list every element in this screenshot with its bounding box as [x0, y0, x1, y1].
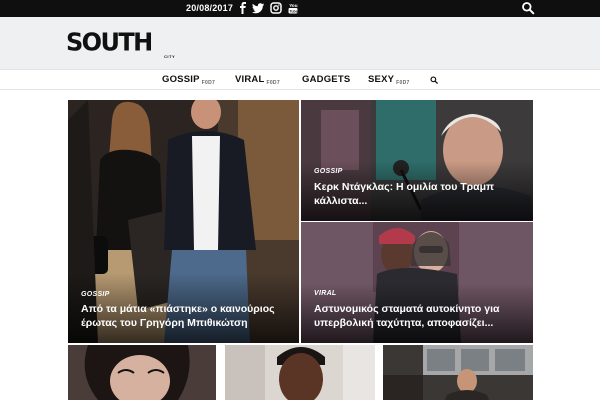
nav-search-icon[interactable]	[430, 76, 438, 84]
svg-text:You: You	[289, 3, 298, 8]
article-category[interactable]: VIRAL	[314, 290, 337, 297]
top-bar: 20/08/2017 You Tube	[0, 0, 600, 17]
svg-text:Tube: Tube	[289, 9, 297, 13]
nav-item-label: SEXY	[368, 74, 395, 85]
article-card[interactable]	[383, 345, 533, 400]
article-card[interactable]: GOSSIP Κερκ Ντάγκλας: Η ομιλία του Τραμπ…	[301, 100, 533, 221]
nav-item-dropdown-tag: F0D7	[266, 80, 280, 86]
nav-item-viral[interactable]: VIRAL F0D7	[235, 74, 280, 86]
article-title-line[interactable]: Αστυνομικός σταματά αυτοκίνητο για	[314, 302, 499, 316]
twitter-icon[interactable]	[252, 2, 264, 14]
nav-item-dropdown-tag: F0D7	[201, 80, 216, 86]
article-card[interactable]	[225, 345, 375, 400]
article-title-line[interactable]: Από τα μάτια «πιάστηκε» ο καινούριος	[81, 302, 275, 316]
article-photo	[383, 345, 533, 400]
article-title-line[interactable]: υπερβολική ταχύτητα, αποφασίζει...	[314, 316, 493, 330]
article-title-line[interactable]: Κερκ Ντάγκλας: Η ομιλία του Τραμπ	[314, 180, 494, 194]
article-card[interactable]: VIRAL Αστυνομικός σταματά αυτοκίνητο για…	[301, 222, 533, 343]
nav-item-label: VIRAL	[235, 74, 265, 85]
logo-subtext: CITY	[164, 54, 176, 59]
article-photo	[225, 345, 375, 400]
nav-item-dropdown-tag: F0D7	[396, 80, 410, 86]
nav-item-gossip[interactable]: GOSSIP F0D7	[162, 74, 215, 86]
search-icon[interactable]	[521, 1, 535, 15]
instagram-icon[interactable]	[270, 2, 282, 14]
logo-wordmark: SOUTH	[66, 27, 153, 57]
youtube-icon[interactable]: You Tube	[287, 2, 299, 14]
nav-item-label: GADGETS	[302, 74, 351, 85]
nav-item-label: GOSSIP	[162, 74, 200, 85]
article-card[interactable]	[68, 345, 216, 400]
main-nav: GOSSIP F0D7 VIRAL F0D7 GADGETS SEXY F0D7	[0, 69, 600, 90]
article-title-line[interactable]: έρωτας του Γρηγόρη Μπιθικώτση	[81, 316, 248, 330]
article-photo	[68, 345, 216, 400]
nav-item-gadgets[interactable]: GADGETS	[302, 74, 350, 85]
article-category[interactable]: GOSSIP	[81, 291, 110, 298]
nav-item-sexy[interactable]: SEXY F0D7	[368, 74, 410, 86]
current-date: 20/08/2017	[186, 3, 234, 13]
article-category[interactable]: GOSSIP	[314, 168, 343, 175]
site-header: SOUTH CITY	[0, 17, 600, 69]
site-logo[interactable]: SOUTH CITY	[66, 27, 175, 59]
article-card-featured[interactable]: GOSSIP Από τα μάτια «πιάστηκε» ο καινούρ…	[68, 100, 299, 343]
article-title-line[interactable]: κάλλιστα...	[314, 194, 367, 208]
facebook-icon[interactable]	[237, 2, 249, 14]
